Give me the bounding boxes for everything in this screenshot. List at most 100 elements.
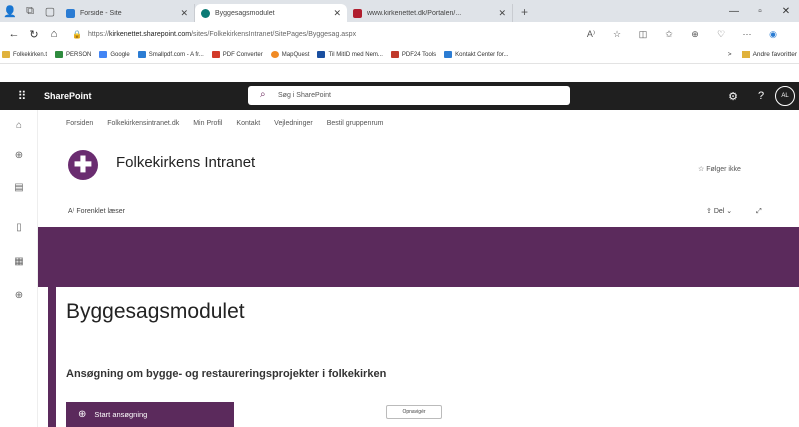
other-favorites-label: Andre favoritter — [752, 51, 797, 58]
favicon — [390, 51, 399, 58]
browser-tab-1[interactable]: Forside - Site ✕ — [60, 4, 195, 22]
favorite-label: Kontakt Center for... — [455, 51, 509, 58]
immersive-reader-button[interactable]: A⁾ Forenklet læser — [68, 207, 125, 215]
profile-icon[interactable]: 👤 — [0, 0, 20, 22]
globe-icon: ⊕ — [78, 409, 87, 420]
folder-icon — [741, 51, 750, 58]
url-prefix: https:// — [87, 30, 109, 38]
tab-favicon — [66, 8, 75, 18]
workspaces-icon[interactable]: ⧉ — [20, 0, 40, 22]
page-subtitle: Ansøgning om bygge- og restaureringsproj… — [66, 368, 387, 380]
new-tab-button[interactable]: + — [513, 5, 536, 19]
site-logo[interactable]: ✚ — [68, 150, 98, 180]
more-icon[interactable]: ⋯ — [734, 29, 760, 40]
start-application-button[interactable]: ⊕ Start ansøgning — [66, 402, 234, 427]
favorite-label: PDF24 Tools — [401, 51, 437, 58]
start-application-label: Start ansøgning — [94, 410, 148, 419]
tab-favicon — [353, 8, 362, 18]
tab-favicon — [201, 8, 210, 18]
favorite-item[interactable]: Til MitID med Nem... — [317, 51, 383, 58]
close-tab-icon[interactable]: ✕ — [498, 8, 506, 19]
tab-title: Forside - Site — [80, 9, 122, 17]
site-title[interactable]: Folkekirkens Intranet — [116, 154, 255, 171]
app-title[interactable]: SharePoint — [44, 91, 92, 101]
folder-icon — [2, 51, 10, 58]
close-window-icon[interactable]: ✕ — [773, 6, 799, 17]
refresh-icon[interactable]: ↻ — [24, 28, 44, 41]
hub-nav-item[interactable]: Bestil gruppenrum — [327, 120, 384, 127]
app-launcher-icon[interactable]: ⠿ — [0, 89, 44, 103]
close-tab-icon[interactable]: ✕ — [333, 8, 341, 19]
close-tab-icon[interactable]: ✕ — [180, 8, 188, 19]
favorite-label: Smallpdf.com - A fr... — [148, 51, 204, 58]
globe-icon[interactable]: ⊕ — [0, 150, 38, 161]
browser-tab-2[interactable]: Byggesagsmodulet ✕ — [195, 4, 347, 22]
collections-icon[interactable]: ⊕ — [682, 29, 708, 40]
lists-icon[interactable]: ▦ — [0, 256, 38, 267]
read-aloud-icon[interactable]: A⁾ — [578, 29, 604, 40]
favorite-item[interactable]: PERSON — [55, 51, 91, 58]
maximize-icon[interactable]: ▫ — [747, 6, 773, 17]
hub-nav-item[interactable]: Vejledninger — [274, 120, 313, 127]
url-path: /sites/FolkekirkensIntranet/SitePages/By… — [191, 30, 357, 38]
suite-bar: ⠿ SharePoint ⌕ Søg i SharePoint ⚙ ? AL — [0, 82, 799, 110]
minimize-icon[interactable]: — — [721, 6, 747, 17]
follow-button[interactable]: ☆ Følger ikke — [698, 165, 741, 173]
favorite-label: Folkekirken.t — [13, 51, 48, 58]
files-icon[interactable]: ▯ — [0, 222, 38, 233]
favorite-star-icon[interactable]: ☆ — [604, 29, 630, 40]
favorite-label: Google — [110, 51, 130, 58]
news-icon[interactable]: ▤ — [0, 182, 38, 193]
browser-tab-3[interactable]: www.kirkenettet.dk/Portalen/... ✕ — [347, 4, 513, 22]
title-accent-bar — [48, 287, 56, 427]
page-banner — [38, 227, 799, 287]
favicon — [317, 51, 326, 58]
create-icon[interactable]: ⊕ — [0, 290, 38, 301]
other-favorites[interactable]: > Andre favoritter — [728, 51, 799, 58]
edge-copilot-icon[interactable]: ◉ — [760, 29, 786, 40]
address-bar: ← ↻ ⌂ 🔒 https://kirkenettet.sharepoint.c… — [0, 22, 799, 46]
favorite-item[interactable]: Folkekirken.t — [2, 51, 47, 58]
address-bar-icons: A⁾ ☆ ◫ ✩ ⊕ ♡ ⋯ ◉ — [578, 29, 786, 40]
secondary-button[interactable]: Opnavigér — [386, 405, 442, 419]
browser-essentials-icon[interactable]: ♡ — [708, 29, 734, 40]
favorite-item[interactable]: Kontakt Center for... — [444, 51, 509, 58]
search-box[interactable]: ⌕ Søg i SharePoint — [248, 86, 570, 105]
url-field[interactable]: 🔒 https://kirkenettet.sharepoint.com/sit… — [72, 25, 572, 43]
hub-nav-item[interactable]: Min Profil — [193, 120, 222, 127]
help-icon[interactable]: ? — [747, 90, 775, 102]
favorite-item[interactable]: PDF Converter — [211, 51, 263, 58]
favorite-item[interactable]: MapQuest — [270, 51, 309, 58]
back-icon[interactable]: ← — [4, 28, 24, 40]
tab-actions-icon[interactable]: ▢ — [40, 0, 60, 22]
split-screen-icon[interactable]: ◫ — [630, 29, 656, 40]
chevron-right-icon[interactable]: > — [728, 51, 732, 58]
home-icon[interactable]: ⌂ — [44, 28, 64, 40]
chevron-down-icon: ⌄ — [726, 208, 733, 215]
favicon — [137, 51, 146, 58]
hub-nav-item[interactable]: Kontakt — [236, 120, 260, 127]
settings-gear-icon[interactable]: ⚙ — [719, 90, 747, 103]
app-bar: ⌂ ⊕ ▤ ▯ ▦ ⊕ — [0, 110, 38, 427]
search-placeholder: Søg i SharePoint — [278, 92, 331, 99]
browser-tab-bar: 👤 ⧉ ▢ Forside - Site ✕ Byggesagsmodulet … — [0, 0, 799, 22]
page-title: Byggesagsmodulet — [66, 300, 245, 323]
immersive-reader-label: Forenklet læser — [76, 208, 125, 215]
lock-icon: 🔒 — [72, 29, 82, 39]
favorites-icon[interactable]: ✩ — [656, 29, 682, 40]
favorite-item[interactable]: PDF24 Tools — [390, 51, 437, 58]
hub-nav-item[interactable]: Forsiden — [66, 120, 93, 127]
window-controls: — ▫ ✕ — [721, 6, 799, 17]
favorite-item[interactable]: Google — [99, 51, 130, 58]
suite-bar-actions: ⚙ ? AL — [719, 86, 795, 106]
expand-icon[interactable]: ⤢ — [756, 208, 762, 215]
share-button[interactable]: ⇪ Del ⌄ — [706, 208, 732, 215]
google-icon — [99, 51, 108, 58]
tab-title: www.kirkenettet.dk/Portalen/... — [367, 9, 462, 17]
favorite-item[interactable]: Smallpdf.com - A fr... — [137, 51, 204, 58]
hub-nav-item[interactable]: Folkekirkensintranet.dk — [107, 120, 179, 127]
favorites-bar: Folkekirken.t PERSON Google Smallpdf.com… — [0, 46, 799, 64]
home-icon[interactable]: ⌂ — [0, 120, 38, 131]
avatar[interactable]: AL — [775, 86, 795, 106]
hub-navigation: Forsiden Folkekirkensintranet.dk Min Pro… — [66, 120, 398, 127]
